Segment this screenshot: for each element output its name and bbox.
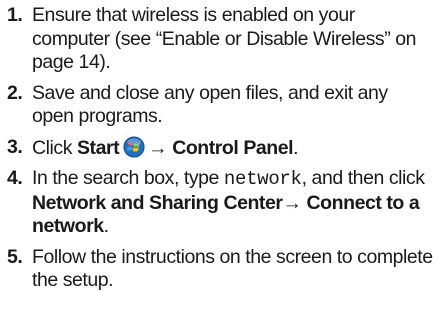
windows-start-orb-icon — [123, 135, 145, 158]
step-5: 5. Follow the instructions on the screen… — [7, 246, 433, 293]
step-text: Ensure that wireless is enabled on your … — [32, 4, 416, 73]
step-text-prefix: In the search box, type — [32, 167, 224, 189]
arrow-separator: → — [282, 191, 303, 214]
step-4: 4. In the search box, type network, and … — [7, 167, 433, 239]
step-text: In the search box, type network, and the… — [32, 167, 433, 239]
step-number: 1. — [7, 4, 23, 26]
step-1: 1. Ensure that wireless is enabled on yo… — [7, 4, 433, 75]
step-text-prefix: Click — [32, 136, 77, 159]
arrow-separator: → — [148, 136, 168, 159]
network-sharing-center-label: Network and Sharing Center — [32, 191, 283, 214]
step-text: Follow the instructions on the screen to… — [32, 245, 433, 292]
control-panel-label: Control Panel — [172, 136, 294, 159]
setup-steps-list: 1. Ensure that wireless is enabled on yo… — [7, 4, 433, 293]
step-text-suffix: . — [103, 215, 109, 237]
start-label: Start — [76, 136, 120, 159]
typed-search-term: network — [223, 168, 302, 190]
step-number: 4. — [7, 167, 23, 189]
step-2: 2. Save and close any open files, and ex… — [7, 82, 433, 129]
step-text-suffix: . — [293, 136, 299, 159]
step-number: 3. — [7, 135, 23, 158]
step-number: 5. — [7, 245, 23, 268]
step-number: 2. — [7, 81, 23, 104]
step-3: 3. Click Start → Control Panel. — [7, 136, 433, 161]
instruction-page: 1. Ensure that wireless is enabled on yo… — [0, 0, 439, 336]
step-text: Save and close any open files, and exit … — [32, 81, 388, 128]
step-text-middle: , and then click — [301, 167, 425, 189]
step-text: Click Start → Control Panel. — [32, 135, 433, 161]
